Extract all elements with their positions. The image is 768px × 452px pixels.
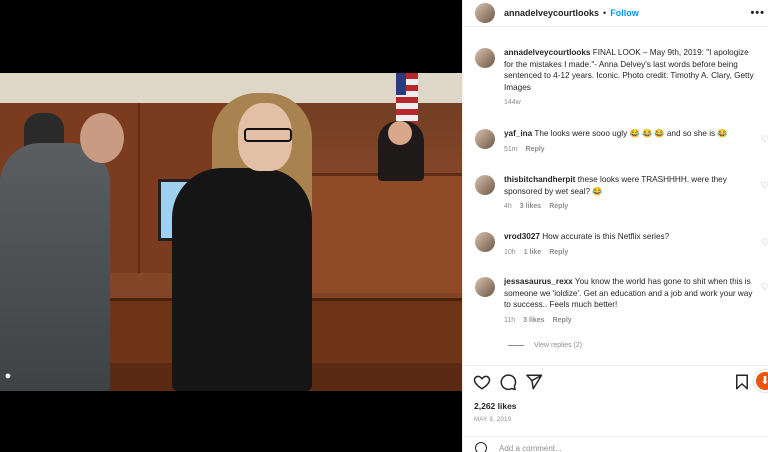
comment-like-icon[interactable]: ♡: [761, 282, 768, 293]
photo-glasses: [244, 128, 292, 142]
send-icon[interactable]: [525, 373, 543, 391]
reply-button[interactable]: Reply: [526, 146, 545, 153]
comment-time[interactable]: 4h: [504, 203, 512, 210]
more-options-icon[interactable]: •••: [750, 7, 765, 19]
comment-text: The looks were sooo ugly 😂 😂 😂 and so sh…: [534, 129, 728, 138]
comment-like-icon[interactable]: ♡: [761, 134, 768, 145]
caption-username[interactable]: annadelveycourtlooks: [504, 48, 590, 57]
avatar[interactable]: [475, 175, 495, 195]
comment-time[interactable]: 11h: [504, 317, 515, 324]
comment-time[interactable]: 51m: [504, 146, 518, 153]
bookmark-icon[interactable]: [733, 373, 751, 391]
user-tag-icon[interactable]: ●: [2, 370, 14, 382]
comment-like-icon[interactable]: ♡: [761, 237, 768, 248]
header-separator: •: [603, 8, 607, 18]
list-item: yaf_ina The looks were sooo ugly 😂 😂 😂 a…: [475, 128, 768, 153]
reply-button[interactable]: Reply: [549, 249, 568, 256]
avatar[interactable]: [475, 48, 495, 68]
comment-likes[interactable]: 3 likes: [523, 317, 544, 324]
header-username[interactable]: annadelveycourtlooks: [504, 8, 599, 18]
list-item: thisbitchandherpit these looks were TRAS…: [475, 174, 768, 210]
comment-likes[interactable]: 3 likes: [520, 203, 541, 210]
comment-like-icon[interactable]: ♡: [761, 180, 768, 191]
list-item: vrod3027 How accurate is this Netflix se…: [475, 231, 768, 256]
post-side-panel: annadelveycourtlooks • Follow ••• annade…: [462, 0, 768, 452]
replies-divider: [508, 345, 524, 346]
comment-likes[interactable]: 1 like: [524, 249, 542, 256]
photo-flag: [396, 73, 418, 123]
caption: annadelveycourtlooks FINAL LOOK – May 9t…: [475, 47, 765, 106]
comments-list[interactable]: annadelveycourtlooks FINAL LOOK – May 9t…: [463, 40, 768, 365]
comment-time[interactable]: 10h: [504, 249, 516, 256]
follow-button[interactable]: Follow: [610, 8, 639, 18]
reply-button[interactable]: Reply: [553, 317, 572, 324]
caption-time[interactable]: 144w: [504, 99, 521, 106]
comment-username[interactable]: thisbitchandherpit: [504, 175, 575, 184]
post-header: annadelveycourtlooks • Follow •••: [463, 0, 768, 27]
avatar[interactable]: [475, 129, 495, 149]
avatar[interactable]: [475, 232, 495, 252]
photo-lawyer: [0, 143, 110, 391]
view-replies-label[interactable]: View replies (2): [534, 342, 582, 349]
likes-count[interactable]: 2,262 likes: [474, 401, 517, 411]
avatar[interactable]: [475, 3, 495, 23]
list-item: jessasaurus_rexx You know the world has …: [475, 276, 768, 324]
photo-judge-head: [388, 121, 412, 145]
photo-woman: [172, 168, 312, 391]
add-comment-bar: Add a comment...: [463, 436, 768, 452]
comment-username[interactable]: vrod3027: [504, 232, 540, 241]
post-media-pane: ●: [0, 0, 462, 452]
photo-lawyer-head: [80, 113, 124, 163]
reply-button[interactable]: Reply: [549, 203, 568, 210]
heart-icon[interactable]: [473, 373, 491, 391]
photo-ceiling: [0, 73, 462, 103]
emoji-icon[interactable]: [475, 442, 487, 452]
view-replies-button[interactable]: View replies (2): [508, 342, 582, 349]
post-photo[interactable]: [0, 73, 462, 391]
post-date: MAY 9, 2019: [474, 417, 512, 423]
post-actions: [463, 365, 768, 398]
comment-username[interactable]: yaf_ina: [504, 129, 532, 138]
add-comment-input[interactable]: Add a comment...: [499, 444, 562, 452]
comment-username[interactable]: jessasaurus_rexx: [504, 277, 573, 286]
comment-icon[interactable]: [499, 373, 517, 391]
photo-judge-bench: [296, 173, 462, 293]
avatar[interactable]: [475, 277, 495, 297]
comment-text: How accurate is this Netflix series?: [542, 232, 670, 241]
